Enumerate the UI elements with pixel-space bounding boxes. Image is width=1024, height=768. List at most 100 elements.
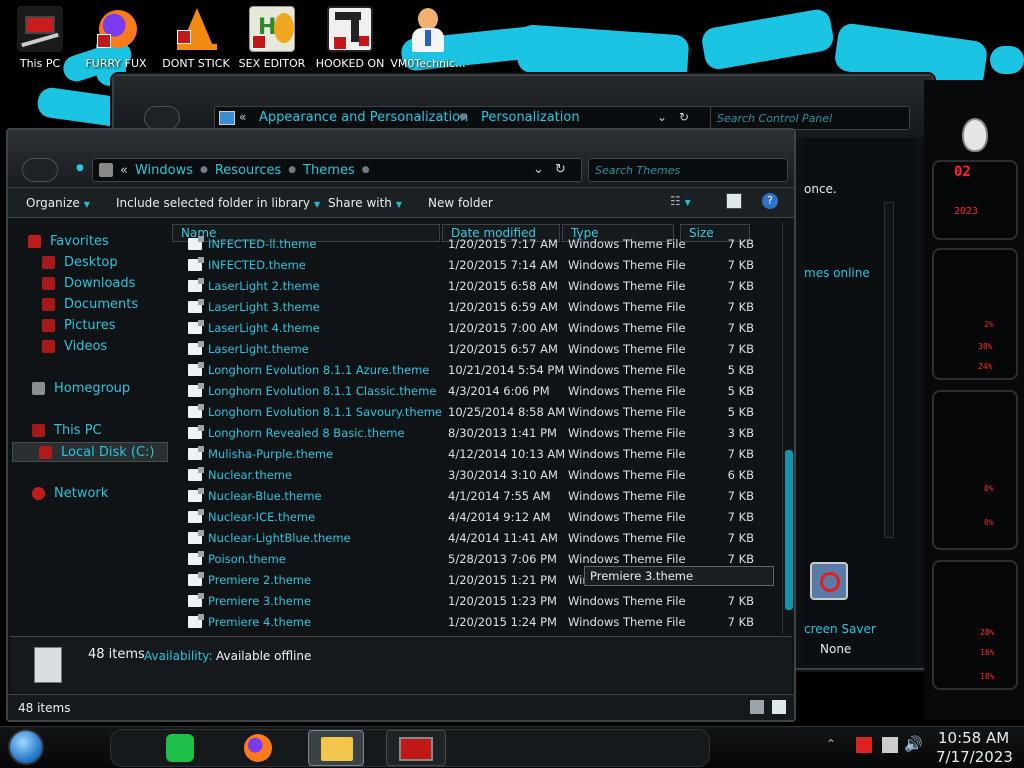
table-row[interactable]: LaserLight.theme 1/20/2015 6:57 AM Windows… (170, 339, 778, 360)
table-row[interactable]: INFECTED-ll.theme 1/20/2015 7:17 AM Window… (170, 234, 778, 255)
nav-downloads[interactable]: Downloads (12, 274, 168, 294)
table-row[interactable]: Nuclear-Blue.theme 4/1/2014 7:55 AM Window… (170, 486, 778, 507)
chevron-down-icon[interactable]: ⌄ (533, 162, 544, 177)
nav-desktop[interactable]: Desktop (12, 253, 168, 273)
theme-file-icon (188, 467, 204, 481)
file-name: Nuclear.theme (208, 468, 293, 482)
explorer-window[interactable]: ● « Windows ● Resources ● Themes ● ⌄ ↻ S… (6, 128, 796, 722)
file-list-scrollbar[interactable] (782, 222, 794, 634)
desktop-icon-doctor[interactable]: VM0Technic... (390, 6, 466, 70)
local-disk-icon (39, 446, 52, 459)
breadcrumb-windows[interactable]: Windows (135, 163, 193, 178)
gadget-panel-cpu: 2% 38% 24% (932, 248, 1018, 380)
table-row[interactable]: Nuclear-LightBlue.theme 4/4/2014 11:41 AM… (170, 528, 778, 549)
desktop-icon-vlc[interactable]: DONT STICK (158, 6, 234, 70)
table-row[interactable]: Longhorn Evolution 8.1.1 Classic.theme 4/… (170, 381, 778, 402)
control-panel-taskbar-button[interactable] (386, 730, 446, 766)
theme-file-icon (188, 425, 204, 439)
details-item-count: 48 items (88, 647, 145, 662)
table-row[interactable]: LaserLight 3.theme 1/20/2015 6:59 AM Windo… (170, 297, 778, 318)
themes-scrollbar[interactable] (884, 202, 894, 538)
table-row[interactable]: LaserLight 4.theme 1/20/2015 7:00 AM Windo… (170, 318, 778, 339)
large-icons-view-icon[interactable] (772, 700, 786, 714)
folder-icon (321, 737, 353, 761)
desktop-icon-firefox[interactable]: FURRY FUX (78, 6, 154, 70)
history-dot-icon[interactable]: ● (76, 163, 84, 173)
file-type: Windows Theme File (568, 237, 686, 251)
get-more-themes-link[interactable]: mes online (804, 266, 870, 280)
refresh-icon[interactable]: ↻ (679, 110, 689, 124)
file-date-modified: 1/20/2015 1:23 PM (448, 594, 557, 608)
file-size: 7 KB (727, 615, 754, 629)
clock-date[interactable]: 7/17/2023 (936, 748, 1013, 766)
screen-saver-icon[interactable] (810, 562, 848, 600)
file-size: 7 KB (727, 300, 754, 314)
screen-saver-label[interactable]: creen Saver (804, 622, 876, 636)
table-row[interactable]: Nuclear.theme 3/30/2014 3:10 AM Windows Th… (170, 465, 778, 486)
notes-app-button[interactable] (162, 730, 196, 766)
scrollbar-thumb[interactable] (785, 450, 793, 610)
breadcrumb-personalization[interactable]: Personalization (481, 110, 580, 125)
table-row[interactable]: Premiere 4.theme 1/20/2015 1:24 PM Windows… (170, 612, 778, 633)
volume-icon[interactable]: 🔊 (904, 735, 923, 753)
desktop-icon-hex-editor[interactable]: H SEX EDITOR (234, 6, 310, 70)
view-options-icon[interactable]: ☷ ▼ (670, 194, 691, 208)
theme-file-icon (188, 404, 204, 418)
nav-videos[interactable]: Videos (12, 337, 168, 357)
table-row[interactable]: Longhorn Evolution 8.1.1 Savoury.theme 10… (170, 402, 778, 423)
share-with-button[interactable]: Share with ▼ (328, 196, 402, 210)
back-forward-orb-icon[interactable] (22, 158, 58, 182)
breadcrumb-themes[interactable]: Themes (303, 163, 355, 178)
preview-pane-icon[interactable] (726, 193, 742, 209)
start-button-orb-icon[interactable] (8, 729, 44, 765)
file-size: 7 KB (727, 531, 754, 545)
firefox-taskbar-button[interactable] (240, 730, 276, 766)
file-explorer-taskbar-button[interactable] (308, 730, 364, 766)
table-row[interactable]: Longhorn Evolution 8.1.1 Azure.theme 10/2… (170, 360, 778, 381)
nav-network[interactable]: Network (12, 484, 168, 504)
file-size: 7 KB (727, 237, 754, 251)
nav-homegroup[interactable]: Homegroup (12, 379, 168, 399)
file-size: 7 KB (727, 510, 754, 524)
search-themes-input[interactable]: Search Themes (588, 158, 788, 182)
network-tray-icon[interactable] (882, 737, 898, 753)
help-icon[interactable]: ? (762, 193, 778, 209)
file-date-modified: 4/1/2014 7:55 AM (448, 489, 551, 503)
nav-local-disk[interactable]: Local Disk (C:) (12, 442, 168, 462)
explorer-address-bar[interactable]: « Windows ● Resources ● Themes ● ⌄ ↻ (92, 158, 582, 182)
nav-documents[interactable]: Documents (12, 295, 168, 315)
clock-time[interactable]: 10:58 AM (938, 729, 1009, 747)
file-size: 7 KB (727, 321, 754, 335)
network-icon (32, 487, 45, 500)
back-forward-orb-icon[interactable] (144, 106, 180, 130)
table-row[interactable]: INFECTED.theme 1/20/2015 7:14 AM Windows T… (170, 255, 778, 276)
action-center-flag-icon[interactable] (856, 737, 872, 753)
file-date-modified: 1/20/2015 7:00 AM (448, 321, 558, 335)
desktop-icon-hooked-on[interactable]: HOOKED ON (312, 6, 388, 70)
file-type: Windows Theme File (568, 594, 686, 608)
table-row[interactable]: LaserLight 2.theme 1/20/2015 6:58 AM Windo… (170, 276, 778, 297)
table-row[interactable]: Longhorn Revealed 8 Basic.theme 8/30/2013… (170, 423, 778, 444)
nav-favorites[interactable]: Favorites (12, 232, 168, 252)
chevron-down-icon[interactable]: ⌄ (657, 110, 667, 124)
table-row[interactable]: Mulisha-Purple.theme 4/12/2014 10:13 AM Wi… (170, 444, 778, 465)
nav-this-pc[interactable]: This PC (12, 421, 168, 441)
file-date-modified: 4/3/2014 6:06 PM (448, 384, 550, 398)
table-row[interactable]: Nuclear-ICE.theme 4/4/2014 9:12 AM Windows… (170, 507, 778, 528)
desktop-icon-this-pc[interactable]: This PC (2, 6, 78, 70)
nav-pictures[interactable]: Pictures (12, 316, 168, 336)
file-name: LaserLight 2.theme (208, 279, 320, 293)
breadcrumb-appearance[interactable]: Appearance and Personalization (259, 110, 468, 125)
table-row[interactable]: Premiere 3.theme 1/20/2015 1:23 PM Windows… (170, 591, 778, 612)
file-size: 5 KB (727, 384, 754, 398)
control-panel-search-input[interactable]: Search Control Panel (710, 106, 910, 130)
file-name: Longhorn Evolution 8.1.1 Azure.theme (208, 363, 430, 377)
include-in-library-button[interactable]: Include selected folder in library ▼ (116, 196, 320, 210)
tray-overflow-icon[interactable]: ⌃ (826, 737, 836, 751)
organize-button[interactable]: Organize ▼ (26, 196, 90, 210)
file-date-modified: 1/20/2015 6:57 AM (448, 342, 558, 356)
details-view-icon[interactable] (750, 700, 764, 714)
refresh-icon[interactable]: ↻ (555, 162, 566, 177)
breadcrumb-resources[interactable]: Resources (215, 163, 281, 178)
new-folder-button[interactable]: New folder (428, 196, 493, 210)
